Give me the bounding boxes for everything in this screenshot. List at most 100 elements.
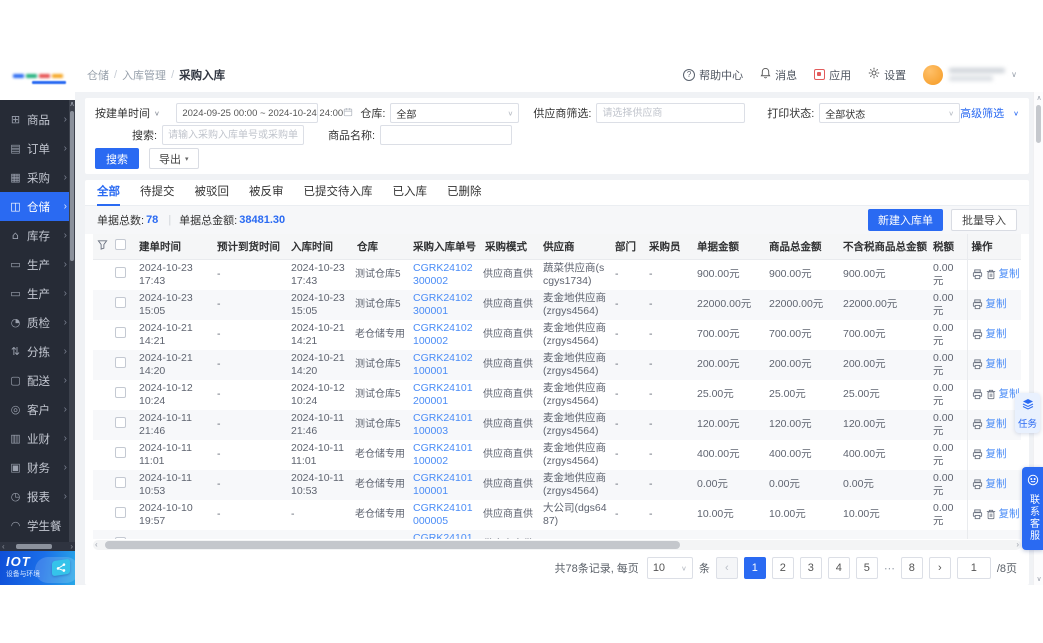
tab-3[interactable]: 被反审 [249, 183, 284, 206]
print-icon[interactable] [972, 449, 983, 460]
table-row[interactable]: 2024-10-11 11:01-2024-10-11 11:01老仓储专用CG… [93, 440, 1021, 470]
chevron-down-icon[interactable]: ∨ [1034, 575, 1043, 583]
cell-order_no[interactable]: CGRK24101000005 [409, 500, 481, 530]
prev-page-button[interactable]: ‹ [716, 557, 738, 579]
page-button-4[interactable]: 4 [828, 557, 850, 579]
row-checkbox[interactable] [115, 297, 126, 308]
page-size-select[interactable]: 10 ∨ [647, 557, 693, 579]
tab-6[interactable]: 已删除 [447, 183, 482, 206]
settings-button[interactable]: 设置 [868, 67, 906, 83]
row-checkbox[interactable] [115, 477, 126, 488]
customer-service-button[interactable]: 联系客服 [1022, 467, 1043, 550]
copy-link[interactable]: 复制 [986, 448, 1007, 461]
sidebar-item-orders[interactable]: ▤ 订单 › [0, 134, 75, 163]
sidebar-item-reports[interactable]: ◷ 报表 › [0, 482, 75, 511]
table-hscrollbar[interactable]: ‹ › [93, 540, 1021, 550]
copy-link[interactable]: 复制 [986, 298, 1007, 311]
sidebar-item-warehouse[interactable]: ◫ 仓储 › [0, 192, 75, 221]
breadcrumb-item[interactable]: 仓储 [87, 67, 109, 83]
table-row[interactable]: 2024-10-12 10:24-2024-10-12 10:24测试仓库5CG… [93, 380, 1021, 410]
chevron-up-icon[interactable]: ∧ [1034, 94, 1043, 102]
delete-icon[interactable] [986, 269, 996, 280]
sidebar-item-production-2[interactable]: ▭ 生产 › [0, 279, 75, 308]
tab-4[interactable]: 已提交待入库 [304, 183, 373, 206]
print-icon[interactable] [972, 389, 983, 400]
page-button-1[interactable]: 1 [744, 557, 766, 579]
messages-button[interactable]: 消息 [760, 67, 797, 83]
sidebar-item-goods[interactable]: ⊞ 商品 › [0, 105, 75, 134]
app-logo[interactable] [0, 57, 75, 100]
product-name-input[interactable] [380, 125, 512, 145]
page-button-3[interactable]: 3 [800, 557, 822, 579]
copy-link[interactable]: 复制 [986, 358, 1007, 371]
copy-link[interactable]: 复制 [986, 328, 1007, 341]
page-scrollbar-thumb[interactable] [1036, 105, 1041, 143]
table-row[interactable]: 2024-10-21 14:21-2024-10-21 14:21老仓储专用CG… [93, 320, 1021, 350]
advanced-filter-link[interactable]: 高级筛选 ∨ [960, 105, 1019, 121]
sidebar-scrollbar-thumb[interactable] [70, 111, 74, 261]
sidebar-item-student-meal[interactable]: ◠ 学生餐 › [0, 511, 75, 540]
cell-order_no[interactable]: CGRK24102300001 [409, 290, 481, 320]
print-icon[interactable] [972, 299, 983, 310]
print-status-select[interactable]: 全部状态 ∨ [819, 103, 960, 123]
sidebar-item-purchase[interactable]: ▦ 采购 › [0, 163, 75, 192]
cell-order_no[interactable]: CGRK24101100001 [409, 470, 481, 500]
print-icon[interactable] [972, 329, 983, 340]
delete-icon[interactable] [986, 509, 996, 520]
cell-order_no[interactable]: CGRK24101200001 [409, 380, 481, 410]
chevron-left-icon[interactable]: ‹ [95, 540, 98, 550]
batch-import-button[interactable]: 批量导入 [951, 209, 1017, 231]
table-row[interactable]: 2024-10-102024-10-10CGRK241010供应商直供-----… [93, 530, 1021, 540]
order-search-input[interactable] [162, 125, 304, 145]
table-row[interactable]: 2024-10-21 14:20-2024-10-21 14:20测试仓库5CG… [93, 350, 1021, 380]
cell-order_no[interactable]: CGRK24102300002 [409, 259, 481, 290]
row-checkbox[interactable] [115, 327, 126, 338]
page-button-2[interactable]: 2 [772, 557, 794, 579]
sidebar-item-delivery[interactable]: ▢ 配送 › [0, 366, 75, 395]
row-checkbox[interactable] [115, 387, 126, 398]
iot-banner[interactable]: IOT 设备与环境 [0, 551, 75, 585]
cell-order_no[interactable]: CGRK241010 [409, 530, 481, 540]
copy-link[interactable]: 复制 [986, 418, 1007, 431]
delete-icon[interactable] [986, 389, 996, 400]
search-button[interactable]: 搜索 [95, 148, 139, 169]
table-row[interactable]: 2024-10-11 21:46-2024-10-11 21:46测试仓库5CG… [93, 410, 1021, 440]
row-checkbox[interactable] [115, 357, 126, 368]
chevron-right-icon[interactable]: › [1016, 540, 1019, 550]
copy-link[interactable]: 复制 [986, 478, 1007, 491]
sidebar-item-sorting[interactable]: ⇅ 分拣 › [0, 337, 75, 366]
next-page-button[interactable]: › [929, 557, 951, 579]
breadcrumb-item[interactable]: 入库管理 [122, 67, 166, 83]
cell-order_no[interactable]: CGRK24102100002 [409, 320, 481, 350]
breadcrumb-item[interactable]: 采购入库 [179, 67, 225, 83]
print-icon[interactable] [972, 509, 983, 520]
tab-1[interactable]: 待提交 [140, 183, 175, 206]
warehouse-select[interactable]: 全部 ∨ [390, 103, 519, 123]
export-button[interactable]: 导出 ▾ [149, 148, 199, 169]
sidebar-item-inventory[interactable]: ⌂ 库存 › [0, 221, 75, 250]
cell-order_no[interactable]: CGRK24101100003 [409, 410, 481, 440]
new-inbound-button[interactable]: 新建入库单 [868, 209, 943, 231]
print-icon[interactable] [972, 479, 983, 490]
help-center-button[interactable]: ? 帮助中心 [683, 67, 743, 83]
row-checkbox[interactable] [115, 507, 126, 518]
sidebar-item-quality[interactable]: ◔ 质检 › [0, 308, 75, 337]
supplier-filter-input[interactable] [596, 103, 745, 123]
tab-5[interactable]: 已入库 [393, 183, 428, 206]
page-button-5[interactable]: 5 [856, 557, 878, 579]
print-icon[interactable] [972, 359, 983, 370]
page-jump-input[interactable]: 1 [957, 557, 991, 579]
copy-link[interactable]: 复制 [999, 508, 1020, 521]
sidebar-item-biz-finance[interactable]: ▥ 业财 › [0, 424, 75, 453]
table-row[interactable]: 2024-10-11 10:53-2024-10-11 10:53老仓储专用CG… [93, 470, 1021, 500]
copy-link[interactable]: 复制 [999, 268, 1020, 281]
sidebar-item-production-1[interactable]: ▭ 生产 › [0, 250, 75, 279]
print-icon[interactable] [972, 419, 983, 430]
chevron-left-icon[interactable]: ‹ [2, 542, 5, 551]
page-button-8[interactable]: 8 [901, 557, 923, 579]
table-hscrollbar-thumb[interactable] [105, 541, 680, 549]
print-icon[interactable] [972, 269, 983, 280]
table-row[interactable]: 2024-10-10 19:57--老仓储专用CGRK24101000005供应… [93, 500, 1021, 530]
column-settings-header[interactable] [93, 234, 111, 259]
select-all-checkbox[interactable] [115, 239, 126, 250]
